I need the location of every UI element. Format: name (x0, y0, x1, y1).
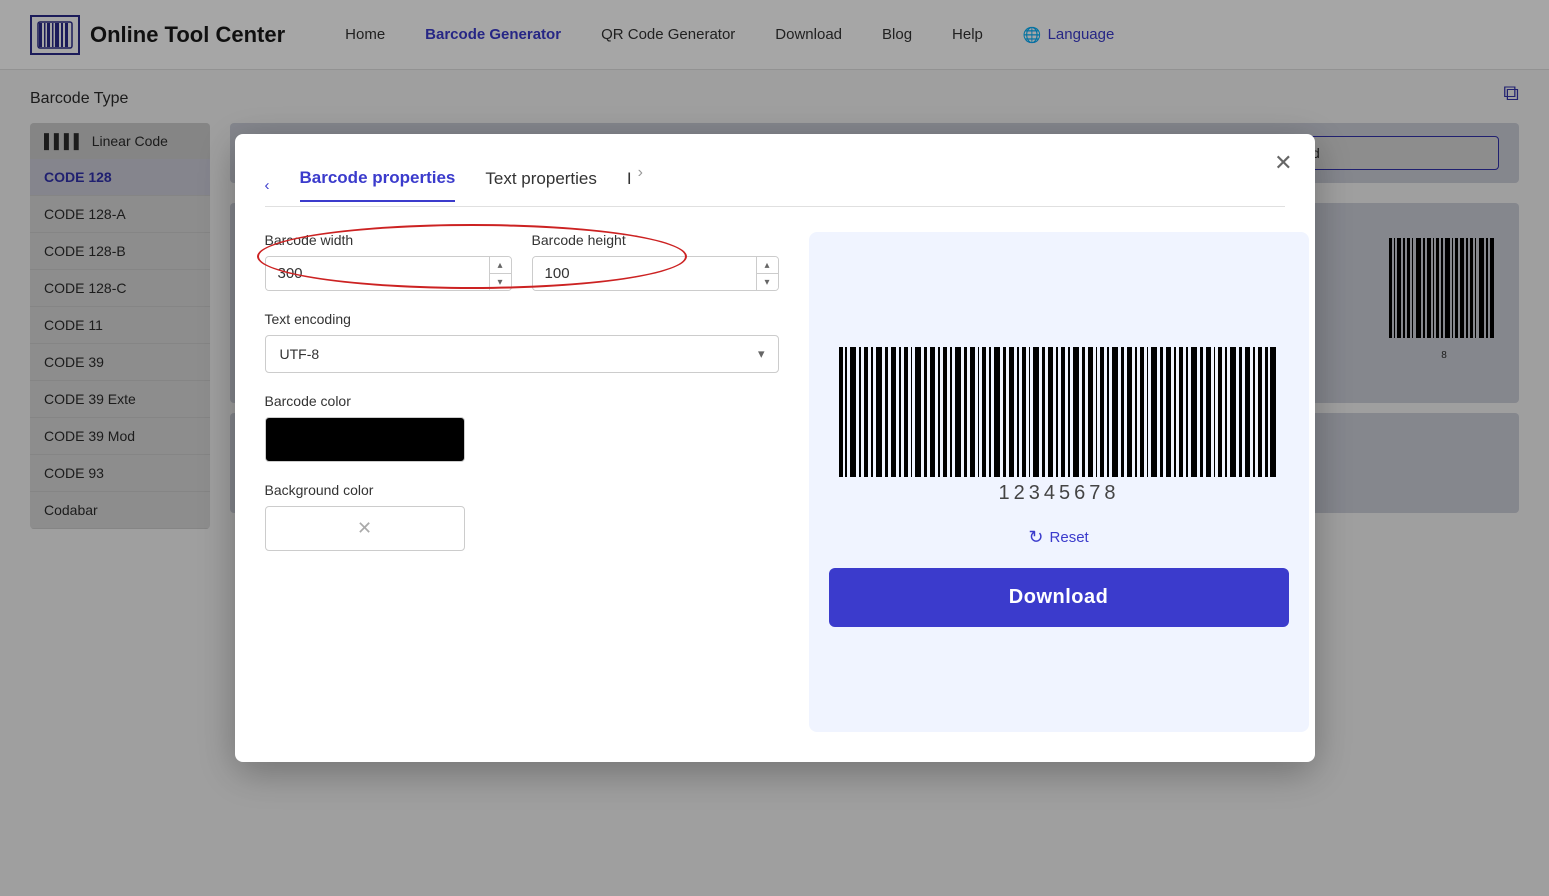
height-stepper: ▴ ▾ (756, 257, 778, 290)
dimension-row: Barcode width ▴ ▾ Barcode height (265, 232, 779, 291)
modal-overlay: ✕ ‹ Barcode properties Text properties I… (0, 0, 1549, 896)
width-increment-button[interactable]: ▴ (490, 257, 511, 274)
modal-close-button[interactable]: ✕ (1274, 152, 1292, 174)
reset-button[interactable]: ↻ Reset (1028, 527, 1088, 548)
barcode-height-group: Barcode height ▴ ▾ (532, 232, 779, 291)
barcode-color-group: Barcode color (265, 393, 779, 462)
barcode-svg: 12345678 (829, 347, 1289, 507)
height-increment-button[interactable]: ▴ (757, 257, 778, 274)
modal-body: Barcode width ▴ ▾ Barcode height (265, 232, 1285, 732)
tab-left-arrow[interactable]: ‹ (265, 177, 270, 194)
barcode-color-swatch[interactable] (265, 417, 465, 462)
right-panel: 12345678 ↻ Reset Download (809, 232, 1309, 732)
left-panel: Barcode width ▴ ▾ Barcode height (265, 232, 779, 732)
text-encoding-group: Text encoding UTF-8 ASCII ISO-8859-1 ▾ (265, 311, 779, 373)
background-color-group: Background color ✕ (265, 482, 779, 551)
background-color-label: Background color (265, 482, 779, 498)
tab-right-arrow[interactable]: › (638, 164, 643, 194)
download-button[interactable]: Download (829, 568, 1289, 627)
barcode-width-label: Barcode width (265, 232, 512, 248)
barcode-width-input-wrap: ▴ ▾ (265, 256, 512, 291)
modal-tabs: ‹ Barcode properties Text properties I › (265, 164, 1285, 207)
width-decrement-button[interactable]: ▾ (490, 274, 511, 290)
reset-icon: ↻ (1028, 527, 1043, 548)
barcode-height-input-wrap: ▴ ▾ (532, 256, 779, 291)
barcode-preview: 12345678 (829, 347, 1289, 507)
barcode-width-group: Barcode width ▴ ▾ (265, 232, 512, 291)
tab-extra[interactable]: I › (627, 164, 643, 206)
svg-text:12345678: 12345678 (998, 482, 1119, 504)
barcode-width-input[interactable] (266, 257, 489, 290)
background-color-swatch[interactable]: ✕ (265, 506, 465, 551)
height-decrement-button[interactable]: ▾ (757, 274, 778, 290)
modal: ✕ ‹ Barcode properties Text properties I… (235, 134, 1315, 762)
barcode-height-label: Barcode height (532, 232, 779, 248)
text-encoding-select[interactable]: UTF-8 ASCII ISO-8859-1 (265, 335, 779, 373)
barcode-color-label: Barcode color (265, 393, 779, 409)
width-stepper: ▴ ▾ (489, 257, 511, 290)
tab-text-properties[interactable]: Text properties (485, 169, 597, 201)
text-encoding-label: Text encoding (265, 311, 779, 327)
barcode-height-input[interactable] (533, 257, 756, 290)
tab-barcode-properties[interactable]: Barcode properties (300, 168, 456, 202)
text-encoding-select-wrap: UTF-8 ASCII ISO-8859-1 ▾ (265, 335, 779, 373)
